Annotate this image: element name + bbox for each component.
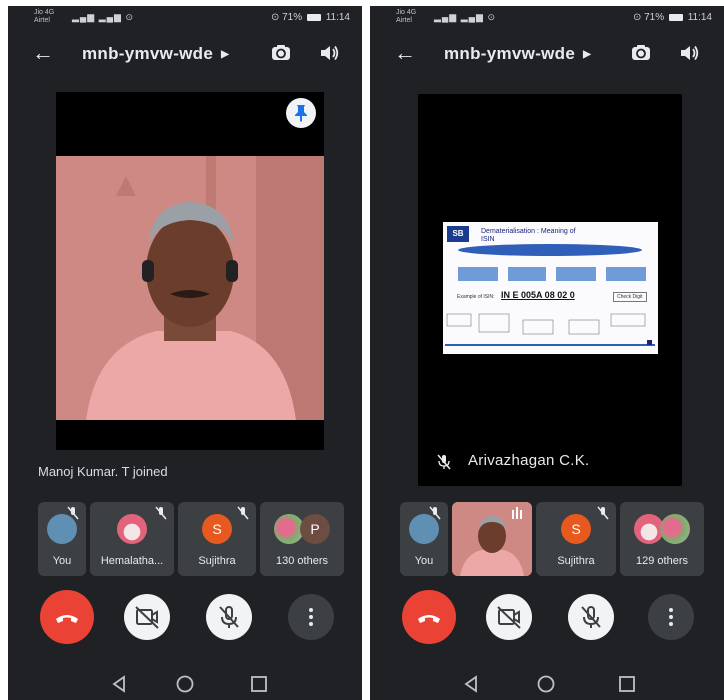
- camera-off-icon: [135, 606, 159, 629]
- android-nav-bar: [370, 672, 724, 696]
- clock: 11:14: [687, 12, 712, 23]
- participant-name: You: [414, 555, 434, 567]
- mic-off-icon: [596, 506, 610, 520]
- nav-back-icon[interactable]: [464, 675, 477, 693]
- signal-icon: ▂▄▆ ▂▄▆ ⊙: [72, 12, 134, 22]
- more-options-button[interactable]: [288, 594, 334, 640]
- participant-name: 130 others: [276, 555, 328, 567]
- avatar-initial: P: [300, 514, 330, 544]
- clock: 11:14: [325, 12, 350, 23]
- more-vert-icon: [309, 608, 313, 626]
- battery-icon: [668, 14, 683, 21]
- nav-recents-icon[interactable]: [619, 676, 635, 692]
- more-vert-icon: [669, 608, 673, 626]
- meeting-top-bar: ← mnb-ymvw-wde ▶: [370, 40, 724, 72]
- participant-tile-hemalatha[interactable]: Hemalatha...: [90, 502, 174, 576]
- camera-switch-icon[interactable]: [630, 42, 652, 64]
- speaker-icon[interactable]: [678, 42, 700, 64]
- participant-name: You: [52, 555, 72, 567]
- isin-label: Example of ISIN:: [457, 294, 495, 300]
- hang-up-button[interactable]: [402, 590, 456, 644]
- mic-off-icon: [236, 506, 250, 520]
- battery-percent: 71%: [282, 12, 303, 23]
- meeting-title[interactable]: mnb-ymvw-wde ▶: [444, 44, 591, 64]
- presenter-name: Arivazhagan C.K.: [468, 452, 590, 469]
- meeting-top-bar: ← mnb-ymvw-wde ▶: [8, 40, 362, 72]
- status-right: ⊙ 71% 11:14: [633, 12, 712, 23]
- speaker-icon[interactable]: [318, 42, 340, 64]
- participant-name: Sujithra: [198, 555, 236, 567]
- slide-diagram: [445, 244, 655, 346]
- participant-tile-sujithra[interactable]: S Sujithra: [536, 502, 616, 576]
- camera-off-icon: [497, 606, 521, 629]
- caret-right-icon: ▶: [583, 49, 592, 60]
- isin-value: IN E 005A 08 02 0: [501, 290, 575, 300]
- location-icon: ⊙: [632, 12, 642, 23]
- meeting-code: mnb-ymvw-wde: [444, 44, 576, 63]
- status-right: ⊙ 71% 11:14: [271, 12, 350, 23]
- location-icon: ⊙: [270, 12, 280, 23]
- avatar-initial: S: [561, 514, 591, 544]
- battery-percent: 71%: [644, 12, 665, 23]
- participant-tile-others[interactable]: 129 others: [620, 502, 704, 576]
- participant-tile-speaking[interactable]: [452, 502, 532, 576]
- carrier-line-2: Airtel: [34, 17, 50, 24]
- speaker-video-frame: [56, 156, 324, 420]
- carrier-line-1: Jio 4G: [396, 9, 417, 16]
- pin-icon[interactable]: [286, 98, 316, 128]
- nav-back-icon[interactable]: [112, 675, 125, 693]
- avatar: [47, 514, 77, 544]
- more-options-button[interactable]: [648, 594, 694, 640]
- mic-off-icon: [436, 454, 452, 470]
- participant-tile-sujithra[interactable]: S Sujithra: [178, 502, 256, 576]
- join-notification: Manoj Kumar. T joined: [38, 464, 168, 479]
- battery-icon: [306, 14, 321, 21]
- meeting-title[interactable]: mnb-ymvw-wde ▶: [82, 44, 229, 64]
- back-arrow-icon[interactable]: ←: [394, 42, 416, 64]
- presentation-stage[interactable]: SB Dematerialisation : Meaning of ISIN E…: [418, 94, 682, 486]
- avatar-initial: S: [202, 514, 232, 544]
- caret-right-icon: ▶: [221, 49, 230, 60]
- carrier-line-1: Jio 4G: [34, 9, 55, 16]
- carrier-label: Jio 4G Airtel: [396, 9, 416, 25]
- android-nav-bar: [8, 672, 362, 696]
- back-arrow-icon[interactable]: ←: [32, 42, 54, 64]
- mic-toggle-button[interactable]: [206, 594, 252, 640]
- nav-home-icon[interactable]: [537, 675, 555, 693]
- participant-video: [56, 156, 324, 420]
- mic-off-icon: [219, 606, 239, 628]
- carrier-label: Jio 4G Airtel: [34, 9, 54, 25]
- signal-icon: ▂▄▆ ▂▄▆ ⊙: [434, 12, 496, 22]
- hang-up-icon: [418, 615, 440, 623]
- participant-tile-you[interactable]: You: [400, 502, 448, 576]
- camera-toggle-button[interactable]: [486, 594, 532, 640]
- speaking-participant-video: [452, 502, 532, 576]
- avatar: [409, 514, 439, 544]
- mic-toggle-button[interactable]: [568, 594, 614, 640]
- meeting-code: mnb-ymvw-wde: [82, 44, 214, 63]
- status-bar: Jio 4G Airtel ▂▄▆ ▂▄▆ ⊙ ⊙ 71% 11:14: [8, 6, 362, 30]
- shared-slide: SB Dematerialisation : Meaning of ISIN E…: [443, 222, 658, 354]
- participant-name: Sujithra: [557, 555, 595, 567]
- check-digit-box: Check Digit: [613, 292, 647, 302]
- main-video-stage[interactable]: [56, 92, 324, 450]
- hang-up-button[interactable]: [40, 590, 94, 644]
- hang-up-icon: [56, 615, 78, 623]
- phone-screen-right: Jio 4G Airtel ▂▄▆ ▂▄▆ ⊙ ⊙ 71% 11:14 ← mn…: [370, 6, 724, 700]
- carrier-line-2: Airtel: [396, 17, 412, 24]
- participant-name: Hemalatha...: [100, 555, 164, 567]
- nav-home-icon[interactable]: [176, 675, 194, 693]
- participant-tile-you[interactable]: You: [38, 502, 86, 576]
- phone-screen-left: Jio 4G Airtel ▂▄▆ ▂▄▆ ⊙ ⊙ 71% 11:14 ← mn…: [8, 6, 362, 700]
- nav-recents-icon[interactable]: [251, 676, 267, 692]
- mic-off-icon: [581, 606, 601, 628]
- status-bar: Jio 4G Airtel ▂▄▆ ▂▄▆ ⊙ ⊙ 71% 11:14: [370, 6, 724, 30]
- participant-tile-others[interactable]: P 130 others: [260, 502, 344, 576]
- mic-off-icon: [154, 506, 168, 520]
- camera-toggle-button[interactable]: [124, 594, 170, 640]
- avatar: [117, 514, 147, 544]
- avatar: [660, 514, 690, 544]
- participant-name: 129 others: [636, 555, 688, 567]
- camera-switch-icon[interactable]: [270, 42, 292, 64]
